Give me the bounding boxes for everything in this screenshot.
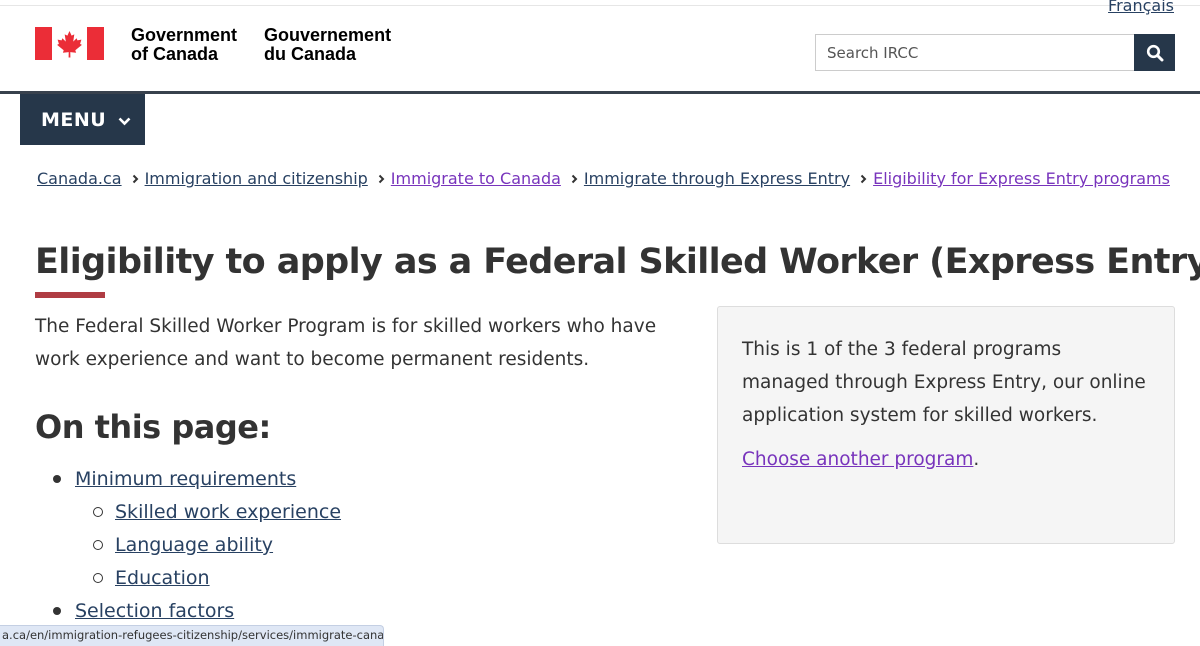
toc-link-skilled-work-experience[interactable]: Skilled work experience [115,501,341,523]
language-toggle-link[interactable]: Français [1108,0,1174,15]
circle-bullet-icon [93,540,103,550]
chevron-down-icon [118,109,131,131]
search-button[interactable] [1134,34,1175,71]
list-item: Selection factors [53,595,341,628]
toc-link-language-ability[interactable]: Language ability [115,534,273,556]
on-this-page-heading: On this page: [35,408,271,446]
signature-en-line1: Government [131,25,238,45]
list-item: Education [93,562,341,595]
signature-english: Government of Canada [131,26,237,64]
title-underline [35,292,105,298]
canada-flag-icon [35,27,104,60]
circle-bullet-icon [93,507,103,517]
toc-link-minimum-requirements[interactable]: Minimum requirements [75,468,296,490]
browser-status-bar-url: a.ca/en/immigration-refugees-citizenship… [0,625,384,646]
chevron-right-icon [132,169,139,188]
breadcrumb-immigrate-to-canada[interactable]: Immigrate to Canada [391,169,561,188]
express-entry-info-panel: This is 1 of the 3 federal programs mana… [717,306,1175,544]
signature-fr-line2: du Canada [264,44,357,64]
toc-link-education[interactable]: Education [115,567,210,589]
bullet-icon [53,607,61,615]
panel-text: This is 1 of the 3 federal programs mana… [742,339,1146,426]
bullet-icon [53,475,61,483]
menu-label: MENU [41,108,107,131]
panel-link-line: Choose another program. [742,443,1150,476]
signature-en-line2: of Canada [131,44,219,64]
search-form [815,34,1175,71]
list-item: Skilled work experience [93,496,341,529]
page-title: Eligibility to apply as a Federal Skille… [35,242,1200,282]
chevron-right-icon [860,169,867,188]
header-divider [0,91,1200,94]
chevron-right-icon [378,169,385,188]
list-item: Minimum requirements [53,463,341,496]
search-input[interactable] [815,34,1134,71]
browser-top-edge [0,0,1200,6]
panel-link-suffix: . [973,449,980,470]
intro-paragraph: The Federal Skilled Worker Program is fo… [35,316,657,370]
signature-french: Gouvernement du Canada [264,26,391,64]
gov-signature[interactable]: Government of Canada Gouvernement du Can… [35,26,391,64]
search-icon [1146,44,1163,61]
menu-button[interactable]: MENU [20,94,145,145]
breadcrumb: Canada.ca Immigration and citizenship Im… [37,169,1170,188]
chevron-right-icon [571,169,578,188]
breadcrumb-immigration-citizenship[interactable]: Immigration and citizenship [145,169,368,188]
signature-fr-line1: Gouvernement [264,25,392,45]
breadcrumb-express-entry[interactable]: Immigrate through Express Entry [584,169,850,188]
list-item: Language ability [93,529,341,562]
breadcrumb-canada-ca[interactable]: Canada.ca [37,169,122,188]
breadcrumb-eligibility[interactable]: Eligibility for Express Entry programs [873,169,1170,188]
toc-link-selection-factors[interactable]: Selection factors [75,600,234,622]
circle-bullet-icon [93,573,103,583]
choose-another-program-link[interactable]: Choose another program [742,449,973,470]
on-this-page-list: Minimum requirements Skilled work experi… [53,463,341,628]
